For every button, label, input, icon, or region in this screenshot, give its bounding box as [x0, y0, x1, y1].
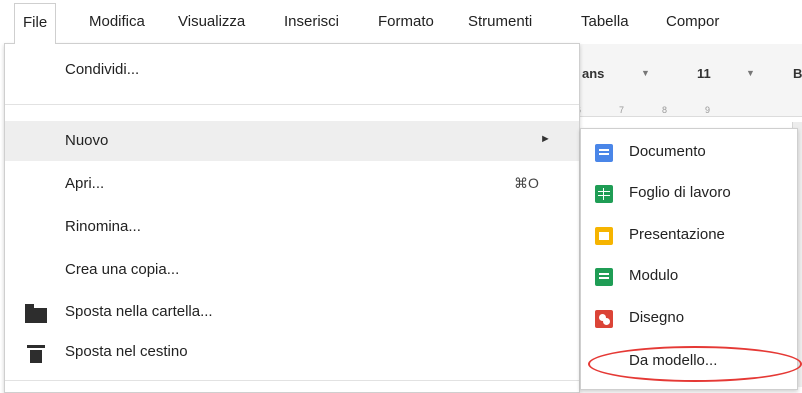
submenu-item-disegno[interactable]: Disegno [581, 298, 797, 339]
trash-icon [27, 345, 45, 363]
submenu-arrow-icon: ► [540, 133, 551, 145]
menu-item-nuovo[interactable]: Nuovo ► [5, 121, 579, 161]
menu-item-sposta-cestino[interactable]: Sposta nel cestino [5, 332, 579, 372]
submenu-item-presentazione[interactable]: Presentazione [581, 215, 797, 256]
menu-item-label: Apri... [65, 175, 105, 192]
bold-button[interactable]: B [793, 66, 802, 81]
spreadsheet-icon [595, 185, 613, 203]
menu-item-label: Nuovo [65, 132, 109, 149]
submenu-item-label: Disegno [629, 309, 685, 326]
presentation-icon [595, 227, 613, 245]
submenu-item-documento[interactable]: Documento [581, 132, 797, 173]
submenu-item-modulo[interactable]: Modulo [581, 256, 797, 297]
menu-item-crea-copia[interactable]: Crea una copia... [5, 250, 579, 290]
file-menu-dropdown: Condividi... Nuovo ► Apri... ⌘O Rinomina… [4, 43, 580, 393]
submenu-item-label: Modulo [629, 267, 679, 284]
menu-strumenti[interactable]: Strumenti [468, 12, 532, 32]
menu-item-label: Sposta nel cestino [65, 343, 188, 360]
menu-componenti[interactable]: Compor [666, 12, 719, 32]
menu-inserisci[interactable]: Inserisci [284, 12, 339, 32]
chevron-down-icon[interactable]: ▼ [641, 68, 650, 78]
drawing-icon [595, 310, 613, 328]
chevron-down-icon[interactable]: ▼ [746, 68, 755, 78]
form-icon [595, 268, 613, 286]
menu-file[interactable]: File [14, 3, 57, 44]
submenu-item-label: Presentazione [629, 226, 725, 243]
font-family-select[interactable]: ans [582, 66, 604, 81]
menu-formato[interactable]: Formato [378, 12, 434, 32]
submenu-item-foglio[interactable]: Foglio di lavoro [581, 173, 797, 214]
menu-visualizza[interactable]: Visualizza [178, 12, 245, 32]
highlight-oval [588, 346, 802, 382]
menu-item-rinomina[interactable]: Rinomina... [5, 207, 579, 247]
menu-modifica[interactable]: Modifica [89, 12, 145, 32]
folder-icon [25, 304, 47, 323]
ruler-mark: 7 [619, 105, 627, 115]
ruler: 6789 [560, 104, 802, 116]
menu-separator [5, 380, 579, 381]
menu-item-label: Crea una copia... [65, 261, 180, 278]
menu-item-label: Sposta nella cartella... [65, 303, 213, 320]
menu-bar: File Modifica Visualizza Inserisci Forma… [0, 0, 802, 44]
menu-separator [5, 104, 579, 105]
ruler-mark: 8 [662, 105, 670, 115]
menu-tabella[interactable]: Tabella [581, 12, 629, 32]
submenu-item-label: Foglio di lavoro [629, 184, 731, 201]
submenu-item-label: Documento [629, 143, 706, 160]
ruler-mark: 9 [705, 105, 713, 115]
menu-item-label: Condividi... [65, 61, 140, 78]
menu-item-label: Rinomina... [65, 218, 141, 235]
shortcut-label: ⌘O [514, 175, 539, 191]
menu-item-apri[interactable]: Apri... ⌘O [5, 164, 579, 204]
menu-item-condividi[interactable]: Condividi... [5, 50, 579, 90]
menu-item-sposta-cartella[interactable]: Sposta nella cartella... [5, 292, 579, 332]
document-icon [595, 144, 613, 162]
font-size-select[interactable]: 11 [697, 66, 711, 81]
